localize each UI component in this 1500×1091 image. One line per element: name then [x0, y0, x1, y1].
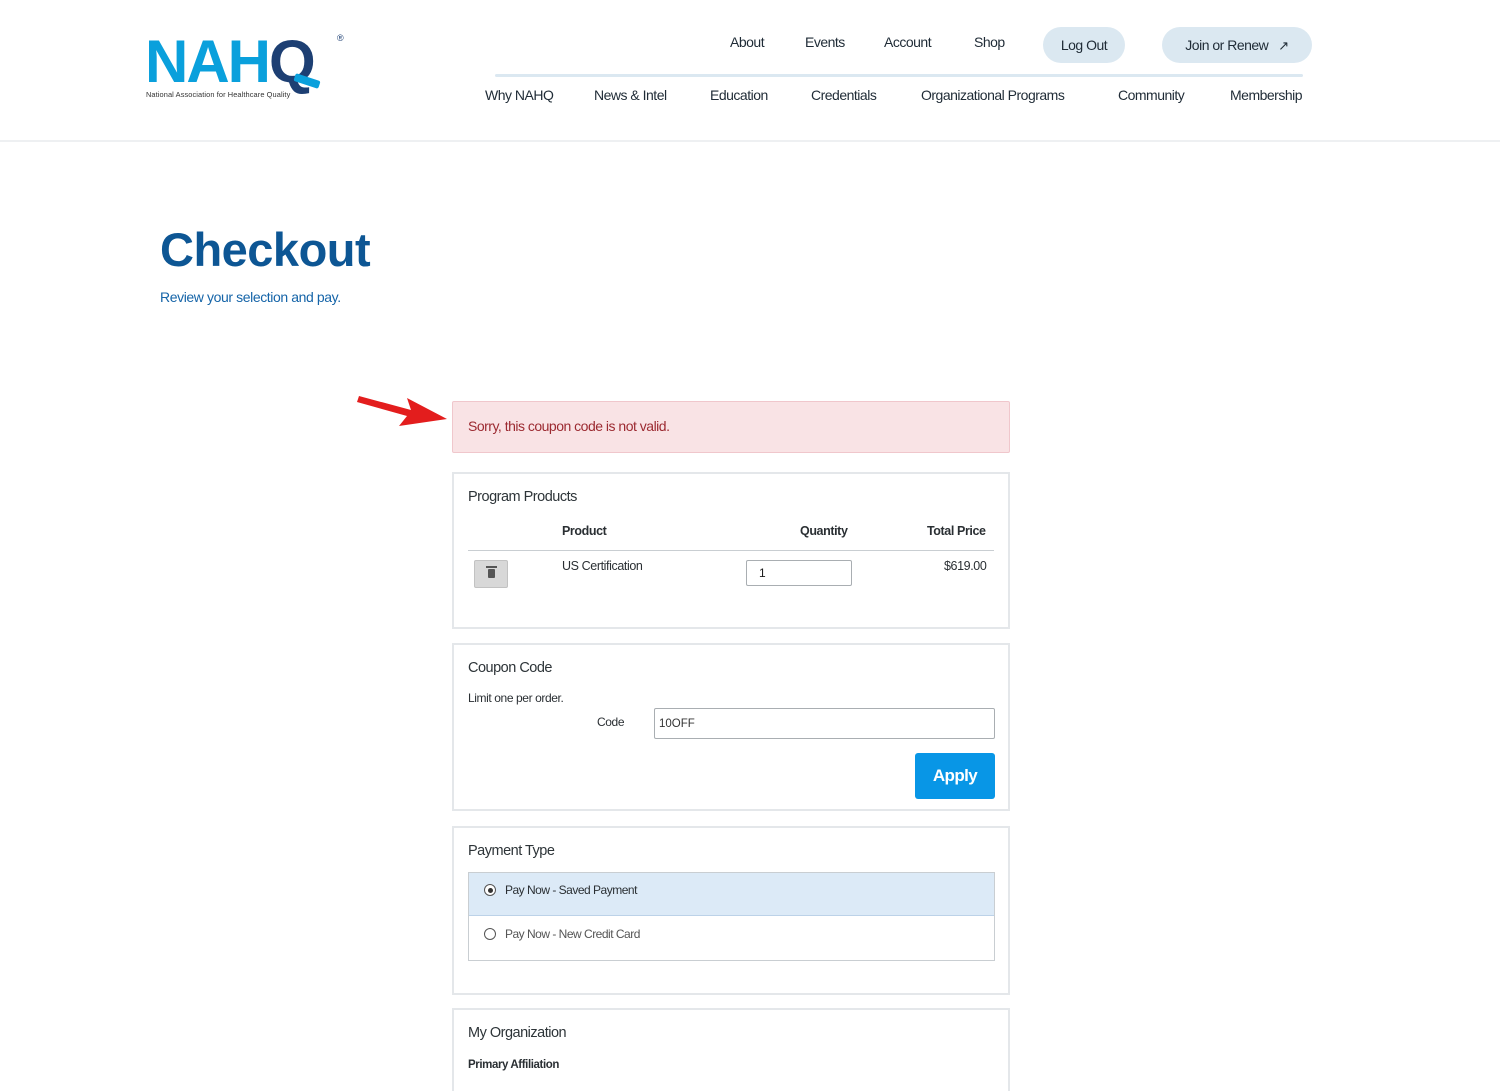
primary-affiliation-label: Primary Affiliation: [468, 1059, 560, 1071]
nav-community[interactable]: Community: [1118, 87, 1185, 103]
nav-divider: [495, 74, 1303, 77]
trash-icon: [486, 566, 497, 578]
external-link-icon: ↗: [1278, 38, 1289, 53]
coupon-error-message: Sorry, this coupon code is not valid.: [468, 418, 670, 434]
nav-news-intel[interactable]: News & Intel: [594, 87, 667, 103]
payment-option-saved-label: Pay Now - Saved Payment: [505, 883, 637, 897]
logout-label: Log Out: [1060, 37, 1108, 53]
coupon-limit-note: Limit one per order.: [468, 691, 564, 705]
column-header-product: Product: [562, 524, 607, 538]
radio-selected-icon[interactable]: [484, 884, 496, 896]
coupon-code-input[interactable]: [654, 708, 995, 739]
quantity-input[interactable]: [746, 560, 852, 586]
coupon-error-alert: Sorry, this coupon code is not valid.: [452, 401, 1010, 453]
product-total-price: $619.00: [944, 559, 987, 573]
util-link-events[interactable]: Events: [805, 34, 845, 50]
payment-option-new-card-label: Pay Now - New Credit Card: [505, 927, 640, 941]
my-organization-panel: My Organization Primary Affiliation: [452, 1008, 1010, 1091]
column-header-quantity: Quantity: [800, 524, 848, 538]
logo-registered-mark: ®: [337, 33, 344, 43]
program-products-title: Program Products: [468, 489, 577, 505]
payment-type-title: Payment Type: [468, 843, 555, 859]
payment-options: Pay Now - Saved Payment Pay Now - New Cr…: [468, 872, 995, 961]
coupon-code-title: Coupon Code: [468, 660, 553, 676]
nahq-logo[interactable]: NAHQ ® National Association for Healthca…: [145, 28, 355, 103]
nav-why-nahq[interactable]: Why NAHQ: [485, 87, 554, 103]
coupon-code-label: Code: [597, 715, 625, 729]
nav-education[interactable]: Education: [710, 87, 768, 103]
join-renew-button[interactable]: Join or Renew ↗: [1162, 27, 1312, 63]
coupon-code-panel: Coupon Code Limit one per order. Code Ap…: [452, 643, 1010, 811]
my-organization-title: My Organization: [468, 1025, 567, 1041]
remove-item-button[interactable]: [474, 560, 508, 588]
nav-credentials[interactable]: Credentials: [811, 87, 877, 103]
join-renew-label: Join or Renew: [1185, 37, 1269, 53]
payment-option-new-card[interactable]: Pay Now - New Credit Card: [469, 917, 994, 960]
page-title: Checkout: [160, 223, 371, 276]
table-header-divider: [468, 550, 994, 551]
payment-type-panel: Payment Type Pay Now - Saved Payment Pay…: [452, 826, 1010, 995]
red-arrow-icon: [357, 396, 447, 426]
util-link-shop[interactable]: Shop: [974, 34, 1005, 50]
logo-tagline: National Association for Healthcare Qual…: [146, 90, 291, 99]
page-subtitle: Review your selection and pay.: [160, 289, 341, 305]
program-products-panel: Program Products Product Quantity Total …: [452, 472, 1010, 629]
apply-coupon-button[interactable]: Apply: [915, 753, 995, 799]
util-link-account[interactable]: Account: [884, 34, 932, 50]
radio-unselected-icon[interactable]: [484, 928, 496, 940]
payment-option-saved[interactable]: Pay Now - Saved Payment: [469, 873, 994, 916]
logo-wordmark: NAHQ: [145, 28, 316, 95]
nav-membership[interactable]: Membership: [1230, 87, 1303, 103]
logout-button[interactable]: Log Out: [1043, 27, 1125, 63]
column-header-total-price: Total Price: [927, 524, 986, 538]
util-link-about[interactable]: About: [730, 34, 765, 50]
product-name: US Certification: [562, 559, 643, 573]
nav-organizational-programs[interactable]: Organizational Programs: [921, 87, 1065, 103]
site-header: NAHQ ® National Association for Healthca…: [0, 0, 1500, 142]
